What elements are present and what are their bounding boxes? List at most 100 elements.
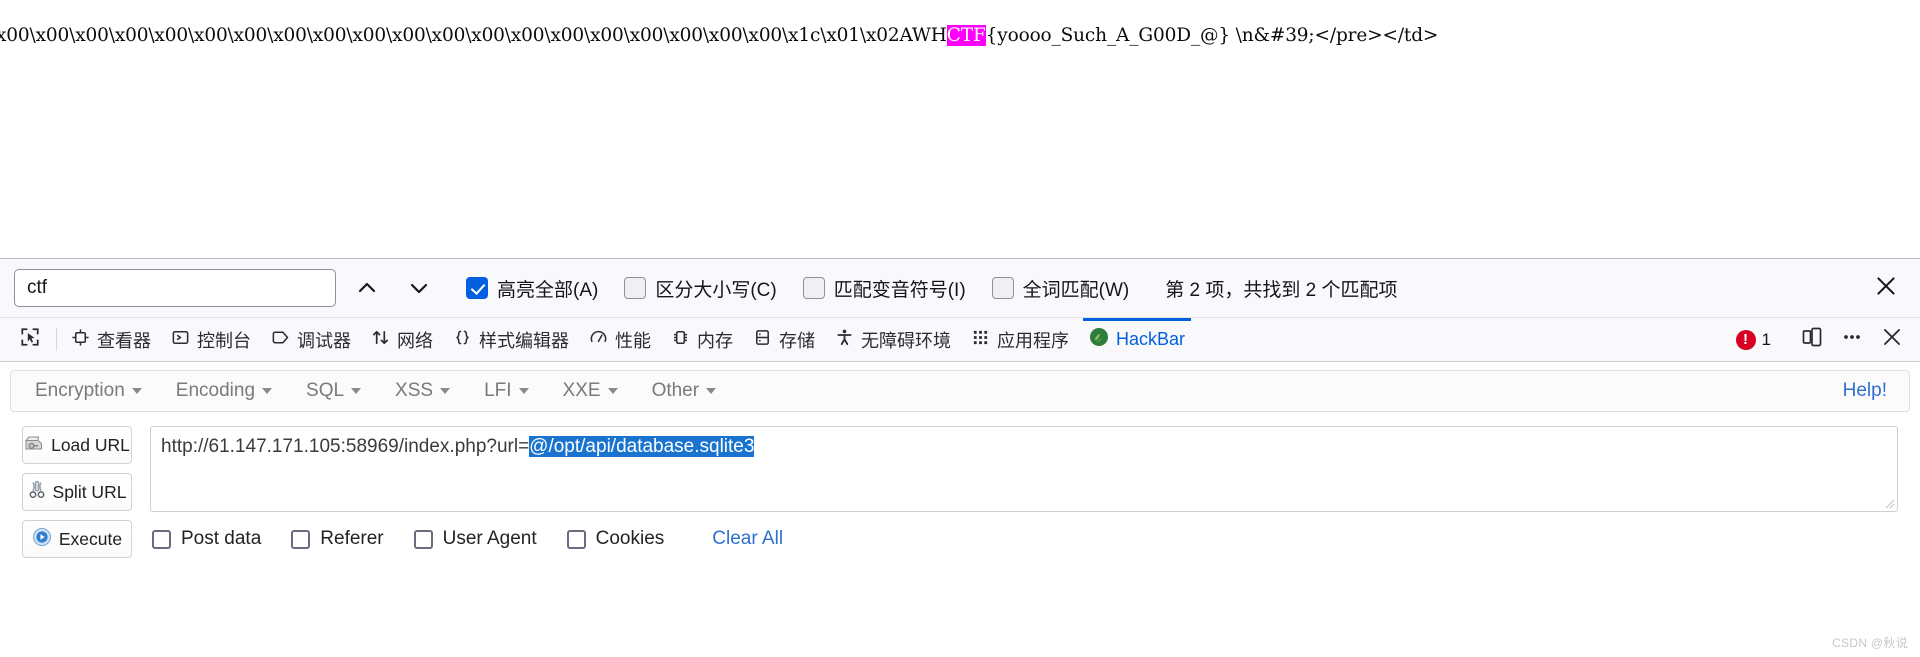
- split-url-button[interactable]: Split URL: [22, 473, 132, 511]
- find-bar: 高亮全部(A) 区分大小写(C) 匹配变音符号(I) 全词匹配(W) 第 2 项…: [0, 258, 1920, 318]
- hackbar-help-link[interactable]: Help!: [1843, 380, 1897, 402]
- cookies-checkbox[interactable]: [566, 529, 586, 549]
- devtools-tab-network[interactable]: 网络: [361, 318, 443, 361]
- more-options-icon: [1841, 326, 1863, 353]
- execute-button[interactable]: Execute: [22, 520, 132, 558]
- chevron-down-icon: [407, 276, 431, 300]
- devtools-tab-application[interactable]: 应用程序: [961, 318, 1079, 361]
- url-textarea[interactable]: http://61.147.171.105:58969/index.php?ur…: [150, 426, 1898, 512]
- console-icon: [171, 328, 190, 352]
- element-picker-button[interactable]: [8, 318, 52, 361]
- hex-dump-text: x00\x00\x00\x00\x00\x00\x00\x00\x00\x00\…: [0, 25, 1438, 47]
- chevron-down-icon: [518, 388, 529, 394]
- devtools-close-button[interactable]: [1872, 320, 1912, 360]
- post-data-checkbox[interactable]: [152, 529, 171, 549]
- devtools-tab-console[interactable]: 控制台: [161, 318, 261, 361]
- hackbar-menu-xss[interactable]: XSS: [383, 380, 472, 402]
- split-url-icon: [28, 480, 46, 504]
- dump-prefix: x00\x00\x00\x00\x00\x00\x00\x00\x00\x00\…: [0, 25, 947, 46]
- execute-icon: [32, 527, 52, 552]
- user-agent-label: User Agent: [442, 528, 537, 549]
- post-data-label: Post data: [181, 528, 262, 549]
- devtools-tab-hackbar[interactable]: HackBar: [1079, 318, 1195, 361]
- hackbar-menu-label: XXE: [562, 380, 601, 401]
- option-post-data[interactable]: Post data: [152, 528, 261, 550]
- cookies-label: Cookies: [595, 528, 665, 549]
- match-diacritics-checkbox[interactable]: [802, 277, 825, 299]
- devtools-tab-performance[interactable]: 性能: [579, 318, 661, 361]
- textarea-resize-grip[interactable]: [1883, 497, 1895, 509]
- option-user-agent[interactable]: User Agent: [413, 528, 537, 550]
- clear-all-link[interactable]: Clear All: [712, 528, 783, 550]
- devtools-toolbar-right: ! 1: [1735, 318, 1920, 361]
- whole-words-checkbox[interactable]: [991, 277, 1014, 299]
- referer-checkbox[interactable]: [291, 529, 311, 549]
- devtools-tab-accessibility[interactable]: 无障碍环境: [825, 318, 961, 361]
- hackbar-menu-xxe[interactable]: XXE: [551, 380, 640, 402]
- close-icon: [1873, 273, 1899, 304]
- devtools-more-options-button[interactable]: [1832, 320, 1872, 360]
- dump-suffix: {yoooo_Such_A_G00D_@} \n&#39;</pre></td>: [985, 25, 1439, 46]
- error-icon: !: [1735, 329, 1756, 350]
- user-agent-checkbox[interactable]: [413, 529, 433, 549]
- devtools-tab-label: 存储: [779, 330, 815, 351]
- option-referer[interactable]: Referer: [291, 528, 384, 550]
- hackbar-menu-encryption[interactable]: Encryption: [23, 380, 164, 402]
- hackbar-panel: Encryption Encoding SQL XSS LFI XXE Othe…: [0, 362, 1920, 657]
- style-editor-icon: [453, 328, 472, 352]
- hackbar-request-area: http://61.147.171.105:58969/index.php?ur…: [132, 426, 1906, 558]
- highlight-all-checkbox[interactable]: [466, 277, 488, 299]
- responsive-design-mode-icon: [1801, 326, 1823, 353]
- devtools-tab-storage[interactable]: 存储: [743, 318, 825, 361]
- url-text-selection: @/opt/api/database.sqlite3: [529, 436, 755, 457]
- find-option-match-diacritics[interactable]: 匹配变音符号(I): [802, 275, 966, 302]
- error-count-label: 1: [1761, 329, 1771, 349]
- match-diacritics-label: 匹配变音符号(I): [833, 279, 966, 301]
- hackbar-body: Load URL Split URL Execute http://61.147…: [0, 412, 1920, 558]
- hackbar-menu-lfi[interactable]: LFI: [472, 380, 550, 402]
- network-icon: [371, 328, 390, 352]
- responsive-design-mode-button[interactable]: [1792, 320, 1832, 360]
- hackbar-icon: [1089, 327, 1109, 352]
- devtools-tab-inspector[interactable]: 查看器: [61, 318, 161, 361]
- devtools-tab-label: HackBar: [1116, 329, 1186, 349]
- devtools-tab-debugger[interactable]: 调试器: [261, 318, 361, 361]
- find-previous-button[interactable]: [346, 269, 388, 307]
- hackbar-menu-label: XSS: [395, 380, 434, 401]
- debugger-icon: [271, 328, 290, 352]
- find-option-whole-words[interactable]: 全词匹配(W): [991, 275, 1130, 302]
- execute-label: Execute: [58, 528, 123, 549]
- match-case-label: 区分大小写(C): [655, 279, 777, 301]
- hackbar-menu-label: Other: [651, 380, 700, 401]
- chevron-down-icon: [440, 388, 451, 394]
- devtools-tab-style-editor[interactable]: 样式编辑器: [443, 318, 579, 361]
- hackbar-menu-label: LFI: [484, 380, 512, 401]
- hackbar-menu-other[interactable]: Other: [640, 380, 739, 402]
- watermark: CSDN @秋说: [1832, 636, 1908, 650]
- match-case-checkbox[interactable]: [624, 277, 647, 299]
- hackbar-menu-label: SQL: [306, 380, 345, 401]
- error-count-badge[interactable]: ! 1: [1735, 329, 1771, 350]
- find-next-button[interactable]: [398, 269, 440, 307]
- whole-words-label: 全词匹配(W): [1022, 279, 1130, 301]
- hackbar-action-buttons: Load URL Split URL Execute: [14, 426, 132, 558]
- find-close-button[interactable]: [1866, 268, 1906, 308]
- devtools-tab-label: 调试器: [297, 330, 351, 351]
- element-picker-icon: [19, 326, 41, 353]
- load-url-button[interactable]: Load URL: [22, 426, 132, 464]
- chevron-down-icon: [131, 388, 142, 394]
- find-highlight-match: CTF: [946, 25, 986, 46]
- split-url-label: Split URL: [52, 481, 127, 502]
- highlight-all-label: 高亮全部(A): [497, 279, 599, 301]
- devtools-tab-memory[interactable]: 内存: [661, 318, 743, 361]
- find-option-highlight-all[interactable]: 高亮全部(A): [466, 275, 598, 302]
- devtools-tab-label: 内存: [697, 330, 733, 351]
- chevron-down-icon: [706, 388, 717, 394]
- memory-icon: [671, 328, 690, 352]
- hackbar-menu-encoding[interactable]: Encoding: [164, 380, 294, 402]
- find-input[interactable]: [14, 269, 336, 307]
- hackbar-menu-sql[interactable]: SQL: [294, 380, 383, 402]
- hackbar-menu-label: Encoding: [175, 380, 256, 401]
- find-option-match-case[interactable]: 区分大小写(C): [624, 275, 777, 302]
- option-cookies[interactable]: Cookies: [566, 528, 665, 550]
